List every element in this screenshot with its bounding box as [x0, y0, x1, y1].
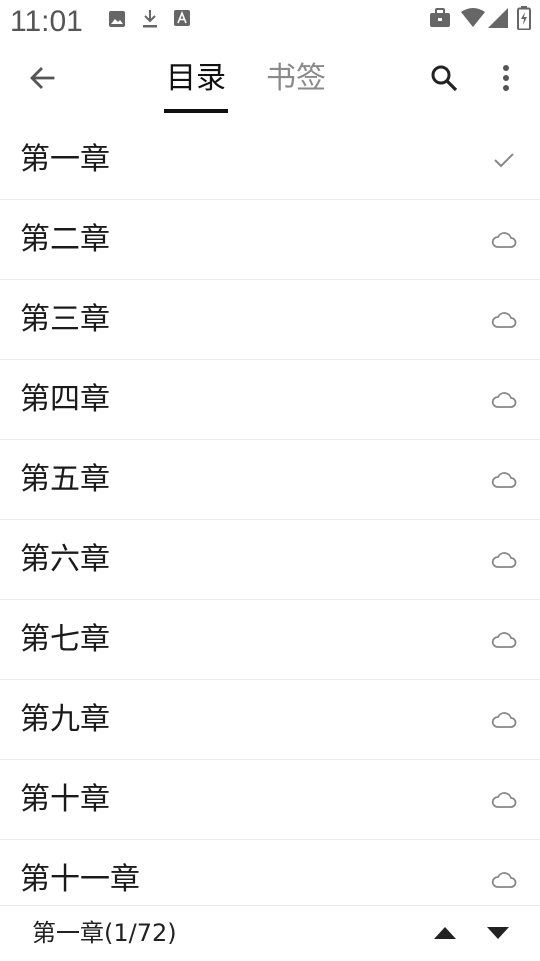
tab-toc[interactable]: 目录 — [164, 54, 228, 104]
triangle-up-icon — [433, 925, 457, 944]
chapter-title: 第五章 — [20, 462, 110, 497]
chapter-list[interactable]: 第一章 第二章 第三章 第四章 第五章 第六章 第七章 第九章 第十章 第十一章 — [0, 120, 540, 905]
cloud-icon — [490, 466, 518, 494]
image-icon — [108, 10, 126, 32]
chapter-title: 第三章 — [20, 302, 110, 337]
triangle-down-icon — [486, 925, 510, 944]
current-chapter-label: 第一章(1/72) — [32, 919, 177, 947]
chapter-row[interactable]: 第十一章 — [0, 840, 540, 905]
chapter-row[interactable]: 第五章 — [0, 440, 540, 520]
search-icon — [430, 64, 458, 96]
more-button[interactable] — [486, 56, 526, 104]
chapter-row[interactable]: 第三章 — [0, 280, 540, 360]
chapter-row[interactable]: 第七章 — [0, 600, 540, 680]
cloud-icon — [490, 786, 518, 814]
chapter-row[interactable]: 第一章 — [0, 120, 540, 200]
chapter-row[interactable]: 第四章 — [0, 360, 540, 440]
chapter-row[interactable]: 第十章 — [0, 760, 540, 840]
font-icon — [174, 10, 190, 30]
scroll-up-button[interactable] — [430, 920, 460, 948]
chapter-title: 第六章 — [20, 542, 110, 577]
signal-icon — [488, 8, 508, 32]
chapter-row[interactable]: 第二章 — [0, 200, 540, 280]
toolbar: 目录 书签 — [0, 40, 540, 120]
chapter-title: 第九章 — [20, 702, 110, 737]
battery-charging-icon — [517, 6, 531, 34]
briefcase-icon — [429, 8, 451, 32]
more-vert-icon — [502, 64, 510, 96]
status-time: 11:01 — [10, 5, 83, 38]
tab-bookmarks[interactable]: 书签 — [264, 54, 328, 104]
chapter-row[interactable]: 第九章 — [0, 680, 540, 760]
wifi-icon — [461, 8, 485, 32]
scroll-down-button[interactable] — [483, 920, 513, 948]
chapter-title: 第二章 — [20, 222, 110, 257]
search-button[interactable] — [420, 56, 468, 104]
status-bar: 11:01 — [0, 0, 540, 40]
chapter-row[interactable]: 第六章 — [0, 520, 540, 600]
cloud-icon — [490, 866, 518, 894]
back-arrow-icon — [28, 64, 56, 96]
chapter-title: 第一章 — [20, 142, 110, 177]
download-icon — [141, 8, 159, 34]
cloud-icon — [490, 706, 518, 734]
cloud-icon — [490, 546, 518, 574]
cloud-icon — [490, 386, 518, 414]
back-button[interactable] — [20, 58, 64, 102]
cloud-icon — [490, 626, 518, 654]
cloud-icon — [490, 306, 518, 334]
tab-indicator — [164, 109, 228, 113]
bottom-bar: 第一章(1/72) — [0, 905, 540, 961]
chapter-title: 第四章 — [20, 382, 110, 417]
cloud-icon — [490, 226, 518, 254]
chapter-title: 第七章 — [20, 622, 110, 657]
chapter-title: 第十章 — [20, 782, 110, 817]
check-icon — [490, 146, 518, 174]
chapter-title: 第十一章 — [20, 862, 140, 897]
